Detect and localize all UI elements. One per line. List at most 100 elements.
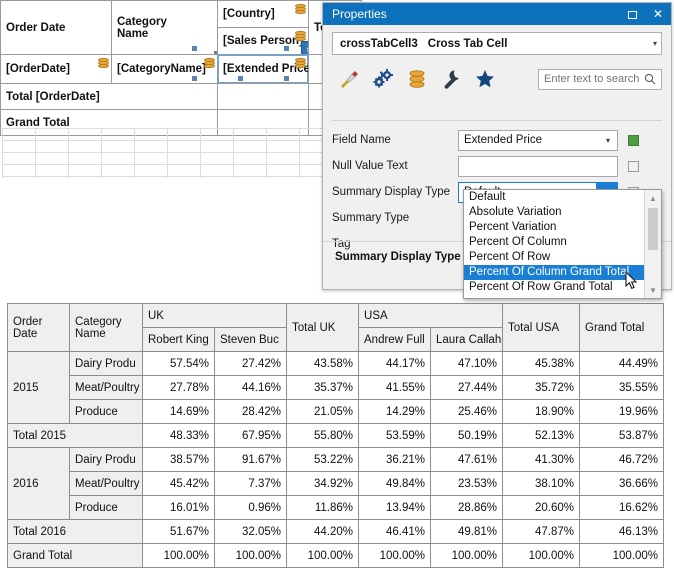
restore-window-button[interactable] bbox=[619, 3, 645, 25]
actions-tab[interactable] bbox=[434, 64, 468, 94]
cell-value: 100.00% bbox=[215, 544, 287, 568]
design-cell-country[interactable]: [Country] bbox=[218, 1, 308, 28]
cell-value: 50.19% bbox=[431, 424, 503, 448]
header-person-andrew-full: Andrew Full bbox=[359, 328, 431, 352]
design-cell-total-orderdate-value[interactable] bbox=[218, 84, 309, 110]
design-cell-order-date[interactable]: Order Date bbox=[1, 1, 112, 55]
header-person-laura-callah: Laura Callah bbox=[431, 328, 503, 352]
cell-value: 36.66% bbox=[580, 472, 664, 496]
properties-toolbar[interactable] bbox=[332, 62, 662, 96]
favorites-tab[interactable] bbox=[468, 64, 502, 94]
design-cell-category-field[interactable]: [CategoryName] bbox=[112, 55, 218, 84]
property-modified-marker[interactable] bbox=[628, 161, 639, 172]
dropdown-items[interactable]: Default Absolute Variation Percent Varia… bbox=[464, 190, 644, 298]
design-total-row: Total [OrderDate] bbox=[1, 84, 362, 110]
cell-value: 18.90% bbox=[503, 400, 580, 424]
crosstab-preview: OrderDate CategoryName UK Total UK USA T… bbox=[7, 303, 663, 568]
cell-value: 35.55% bbox=[580, 376, 664, 400]
scrollbar-thumb[interactable] bbox=[648, 208, 658, 250]
property-label: Summary Type bbox=[332, 212, 458, 224]
properties-title-bar[interactable]: Properties ✕ bbox=[323, 3, 671, 25]
cell-value: 100.00% bbox=[287, 544, 359, 568]
property-modified-marker[interactable] bbox=[628, 135, 639, 146]
search-input[interactable] bbox=[544, 73, 644, 85]
row-category: Dairy Produ bbox=[70, 448, 143, 472]
cell-value: 28.42% bbox=[215, 400, 287, 424]
selection-handle[interactable] bbox=[238, 76, 243, 81]
data-tab[interactable] bbox=[400, 64, 434, 94]
cell-value: 47.10% bbox=[431, 352, 503, 376]
design-order-date-field-label: [OrderDate] bbox=[6, 63, 70, 75]
cell-value: 38.57% bbox=[143, 448, 215, 472]
chevron-down-icon[interactable]: ▾ bbox=[599, 136, 617, 145]
table-row: 2016 Dairy Produ 38.57% 91.67% 53.22% 36… bbox=[8, 448, 664, 472]
report-designer-surface[interactable]: Order Date CategoryName [Country] [Sales… bbox=[0, 0, 340, 190]
database-field-icon bbox=[295, 4, 306, 17]
cell-value: 100.00% bbox=[503, 544, 580, 568]
cell-value: 100.00% bbox=[431, 544, 503, 568]
object-selector-combo[interactable]: crossTabCell3 Cross Tab Cell ▾ bbox=[332, 32, 662, 55]
expand-columns-button[interactable]: › bbox=[301, 41, 308, 54]
selection-handle[interactable] bbox=[192, 76, 197, 81]
close-window-button[interactable]: ✕ bbox=[645, 3, 671, 25]
selection-handle[interactable] bbox=[284, 76, 289, 81]
header-person-steven-buc: Steven Buc bbox=[215, 328, 287, 352]
dropdown-item-percent-of-column-grand-total[interactable]: Percent Of Column Grand Total bbox=[464, 265, 644, 280]
chevron-down-icon[interactable]: ▾ bbox=[653, 39, 657, 48]
row-category: Produce bbox=[70, 400, 143, 424]
header-country-uk: UK bbox=[143, 304, 287, 328]
cell-value: 100.00% bbox=[580, 544, 664, 568]
toolbar-separator bbox=[332, 120, 662, 121]
property-row-null-value-text: Null Value Text bbox=[332, 153, 664, 179]
property-description-text: Summary Display Type bbox=[335, 251, 461, 263]
cell-value: 46.41% bbox=[359, 520, 431, 544]
row-category: Produce bbox=[70, 496, 143, 520]
design-cell-extended-price-field[interactable]: [Extended Price] bbox=[218, 55, 309, 84]
cell-value: 44.17% bbox=[359, 352, 431, 376]
dropdown-item-percent-of-row-grand-total[interactable]: Percent Of Row Grand Total bbox=[464, 280, 644, 295]
row-year-2016: 2016 bbox=[8, 448, 70, 520]
behavior-tab[interactable] bbox=[366, 64, 400, 94]
table-row-total-2015: Total 2015 48.33% 67.95% 55.80% 53.59% 5… bbox=[8, 424, 664, 448]
properties-search-box[interactable] bbox=[538, 69, 662, 90]
cell-value: 46.13% bbox=[580, 520, 664, 544]
search-icon bbox=[644, 73, 656, 85]
selection-handle[interactable] bbox=[192, 46, 197, 51]
database-field-icon bbox=[204, 58, 215, 71]
design-cell-order-date-field[interactable]: [OrderDate] bbox=[1, 55, 112, 84]
selection-handle[interactable] bbox=[284, 46, 289, 51]
scroll-up-icon[interactable]: ▲ bbox=[645, 190, 661, 206]
cell-value: 25.46% bbox=[431, 400, 503, 424]
null-value-text-input[interactable] bbox=[458, 156, 618, 177]
header-category-name: CategoryName bbox=[70, 304, 143, 352]
design-cell-country-group[interactable]: [Country] [Sales Person] › bbox=[218, 1, 309, 55]
dropdown-item-absolute-variation[interactable]: Absolute Variation bbox=[464, 205, 644, 220]
cell-value: 57.54% bbox=[143, 352, 215, 376]
field-name-combo[interactable]: Extended Price ▾ bbox=[458, 130, 618, 151]
cell-value: 16.01% bbox=[143, 496, 215, 520]
cell-value: 7.37% bbox=[215, 472, 287, 496]
dropdown-item-percent-variation[interactable]: Percent Variation bbox=[464, 220, 644, 235]
design-cell-category-name[interactable]: CategoryName bbox=[112, 1, 218, 55]
properties-body: crossTabCell3 Cross Tab Cell ▾ bbox=[323, 25, 671, 96]
cell-value: 14.69% bbox=[143, 400, 215, 424]
design-cell-sales-person[interactable]: [Sales Person] › bbox=[218, 28, 308, 54]
design-sales-person-label: [Sales Person] bbox=[223, 35, 303, 47]
header-total-uk: Total UK bbox=[287, 304, 359, 352]
crosstab-preview-table: OrderDate CategoryName UK Total UK USA T… bbox=[7, 303, 664, 568]
design-cell-total-orderdate[interactable]: Total [OrderDate] bbox=[1, 84, 218, 110]
appearance-tab[interactable] bbox=[332, 64, 366, 94]
cell-value: 53.59% bbox=[359, 424, 431, 448]
cell-value: 52.13% bbox=[503, 424, 580, 448]
property-label: Field Name bbox=[332, 134, 458, 146]
scroll-down-icon[interactable]: ▼ bbox=[645, 282, 661, 298]
cell-value: 34.92% bbox=[287, 472, 359, 496]
row-total-label: Total 2016 bbox=[8, 520, 143, 544]
header-person-robert-king: Robert King bbox=[143, 328, 215, 352]
dropdown-item-percent-of-row[interactable]: Percent Of Row bbox=[464, 250, 644, 265]
design-category-name-label: CategoryName bbox=[117, 16, 167, 40]
dropdown-scrollbar[interactable]: ▲ ▼ bbox=[644, 190, 661, 298]
dropdown-item-percent-of-column[interactable]: Percent Of Column bbox=[464, 235, 644, 250]
dropdown-item-default[interactable]: Default bbox=[464, 190, 644, 205]
cross-tab-design-table: Order Date CategoryName [Country] [Sales… bbox=[0, 0, 362, 136]
